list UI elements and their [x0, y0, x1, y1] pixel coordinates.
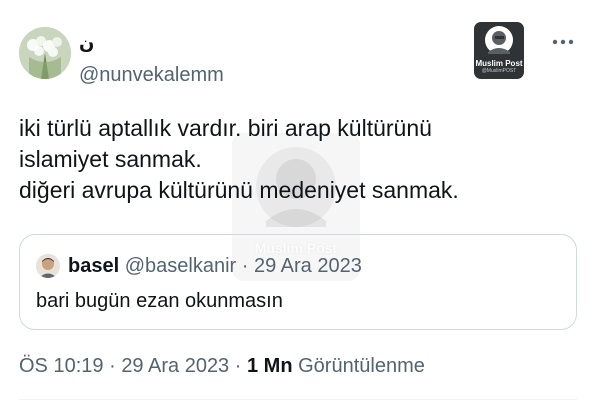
quote-display-name: basel	[68, 255, 120, 277]
quote-date: 29 Ara 2023	[253, 255, 362, 277]
tweet-text-line: iki türlü aptallık vardır. biri arap kül…	[19, 115, 432, 141]
quote-separator: ·	[241, 255, 249, 277]
watermark-logo: Muslim Post @MuslimPOST	[474, 22, 524, 79]
tweet-text-line: diğeri avrupa kültürünü medeniyet sanmak…	[19, 177, 459, 203]
divider	[19, 399, 577, 400]
username[interactable]: @nunvekalemm	[79, 63, 224, 87]
quote-avatar	[36, 254, 60, 278]
view-count: 1 Mn	[246, 355, 293, 377]
meta-separator: ·	[234, 355, 242, 377]
more-options-button[interactable]	[549, 30, 577, 54]
quoted-tweet-card[interactable]: basel @baselkanir · 29 Ara 2023 bari bug…	[19, 234, 577, 330]
quote-header: basel @baselkanir · 29 Ara 2023	[68, 254, 362, 278]
meta-separator: ·	[109, 355, 116, 377]
tweet-text-line: islamiyet sanmak.	[19, 146, 202, 172]
quote-username: @baselkanir	[124, 255, 237, 277]
tweet-time[interactable]: ÖS 10:19	[19, 355, 104, 377]
tweet-text: iki türlü aptallık vardır. biri arap kül…	[19, 113, 559, 206]
watermark-label: Muslim Post	[475, 59, 523, 68]
quote-text: bari bugün ezan okunmasın	[36, 290, 283, 312]
tweet-date[interactable]: 29 Ara 2023	[121, 355, 229, 377]
avatar[interactable]	[19, 27, 71, 79]
more-horizontal-icon	[552, 39, 574, 45]
display-name[interactable]: ن	[79, 33, 94, 55]
views-label: Görüntülenme	[298, 355, 425, 377]
tweet-meta: ÖS 10:19 · 29 Ara 2023 · 1 Mn Görüntülen…	[19, 354, 425, 378]
watermark-handle: @MuslimPOST	[481, 68, 517, 74]
